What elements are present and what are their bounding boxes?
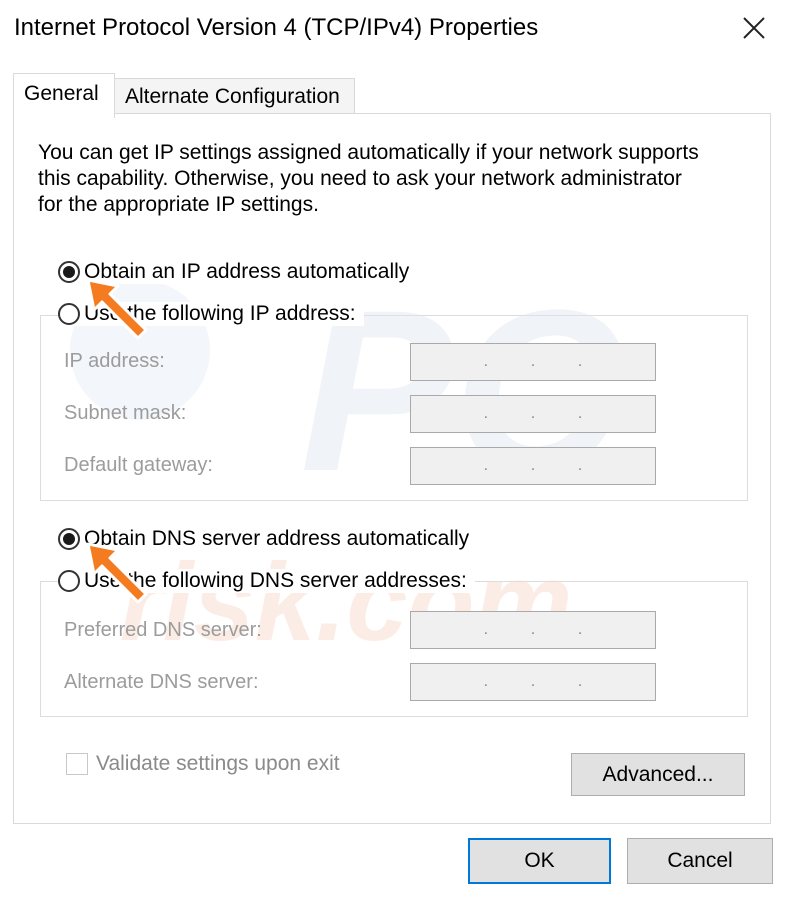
tab-general[interactable]: General: [13, 73, 115, 118]
alternate-dns-label: Alternate DNS server:: [64, 671, 259, 693]
radio-use-following-dns-label: Use the following DNS server addresses:: [84, 569, 467, 592]
subnet-mask-label: Subnet mask:: [64, 402, 187, 424]
ip-address-input[interactable]: ...: [410, 343, 656, 381]
window-title: Internet Protocol Version 4 (TCP/IPv4) P…: [14, 14, 539, 41]
intro-text: You can get IP settings assigned automat…: [38, 140, 738, 218]
validate-settings-row[interactable]: Validate settings upon exit: [66, 752, 340, 776]
radio-obtain-dns-auto[interactable]: Obtain DNS server address automatically: [58, 527, 478, 551]
radio-obtain-ip-auto[interactable]: Obtain an IP address automatically: [58, 260, 418, 284]
radio-button-unselected[interactable]: [58, 303, 80, 325]
intro-line: this capability. Otherwise, you need to …: [38, 167, 682, 190]
default-gateway-label: Default gateway:: [64, 454, 213, 476]
alternate-dns-input[interactable]: ...: [410, 663, 656, 701]
validate-settings-label: Validate settings upon exit: [96, 752, 340, 775]
radio-button-selected[interactable]: [58, 528, 80, 550]
radio-obtain-dns-auto-label: Obtain DNS server address automatically: [84, 527, 470, 550]
close-icon: [743, 17, 765, 39]
default-gateway-input[interactable]: ...: [410, 447, 656, 485]
intro-line: You can get IP settings assigned automat…: [38, 141, 699, 164]
cancel-button[interactable]: Cancel: [627, 838, 773, 884]
subnet-mask-input[interactable]: ...: [410, 395, 656, 433]
ip-address-label: IP address:: [64, 350, 165, 372]
ok-button[interactable]: OK: [468, 838, 611, 884]
preferred-dns-input[interactable]: ...: [410, 611, 656, 649]
close-button[interactable]: [728, 4, 780, 52]
tab-alternate-configuration[interactable]: Alternate Configuration: [114, 78, 355, 114]
validate-settings-checkbox[interactable]: [66, 753, 88, 775]
radio-obtain-ip-auto-label: Obtain an IP address automatically: [84, 260, 410, 283]
radio-use-following-ip[interactable]: Use the following IP address:: [58, 302, 364, 326]
advanced-button[interactable]: Advanced...: [571, 753, 745, 796]
radio-use-following-dns[interactable]: Use the following DNS server addresses:: [58, 569, 475, 593]
intro-line: for the appropriate IP settings.: [38, 193, 319, 216]
radio-button-unselected[interactable]: [58, 570, 80, 592]
preferred-dns-label: Preferred DNS server:: [64, 619, 262, 641]
ipv4-properties-dialog: Internet Protocol Version 4 (TCP/IPv4) P…: [0, 0, 790, 897]
radio-button-selected[interactable]: [58, 261, 80, 283]
radio-use-following-ip-label: Use the following IP address:: [84, 302, 356, 325]
